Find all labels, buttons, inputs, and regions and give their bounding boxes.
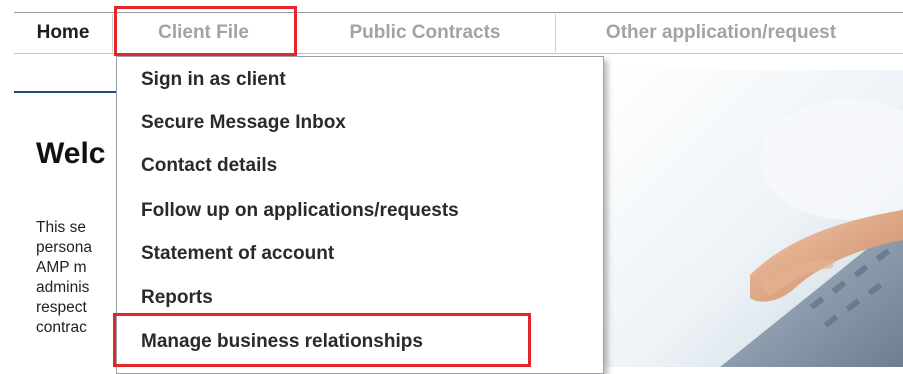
nav-public-contracts[interactable]: Public Contracts [295,14,556,52]
menu-item-sign-in-as-client[interactable]: Sign in as client [141,69,286,91]
nav-client-file[interactable]: Client File [113,14,295,52]
client-file-dropdown: Sign in as client Secure Message Inbox C… [116,56,604,374]
menu-item-contact-details[interactable]: Contact details [141,155,277,177]
laptop-hands-illustration [600,70,903,367]
nav-home[interactable]: Home [14,14,113,52]
hero-image [600,70,903,367]
menu-item-manage-business-relationships[interactable]: Manage business relationships [141,331,423,353]
top-navigation: Home Client File Public Contracts Other … [14,12,903,54]
nav-other-application-request[interactable]: Other application/request [556,14,886,52]
menu-item-reports[interactable]: Reports [141,287,213,309]
welcome-heading: Welc [36,137,106,170]
menu-item-secure-message-inbox[interactable]: Secure Message Inbox [141,112,346,134]
menu-item-statement-of-account[interactable]: Statement of account [141,243,334,265]
menu-item-follow-up-applications[interactable]: Follow up on applications/requests [141,200,459,222]
